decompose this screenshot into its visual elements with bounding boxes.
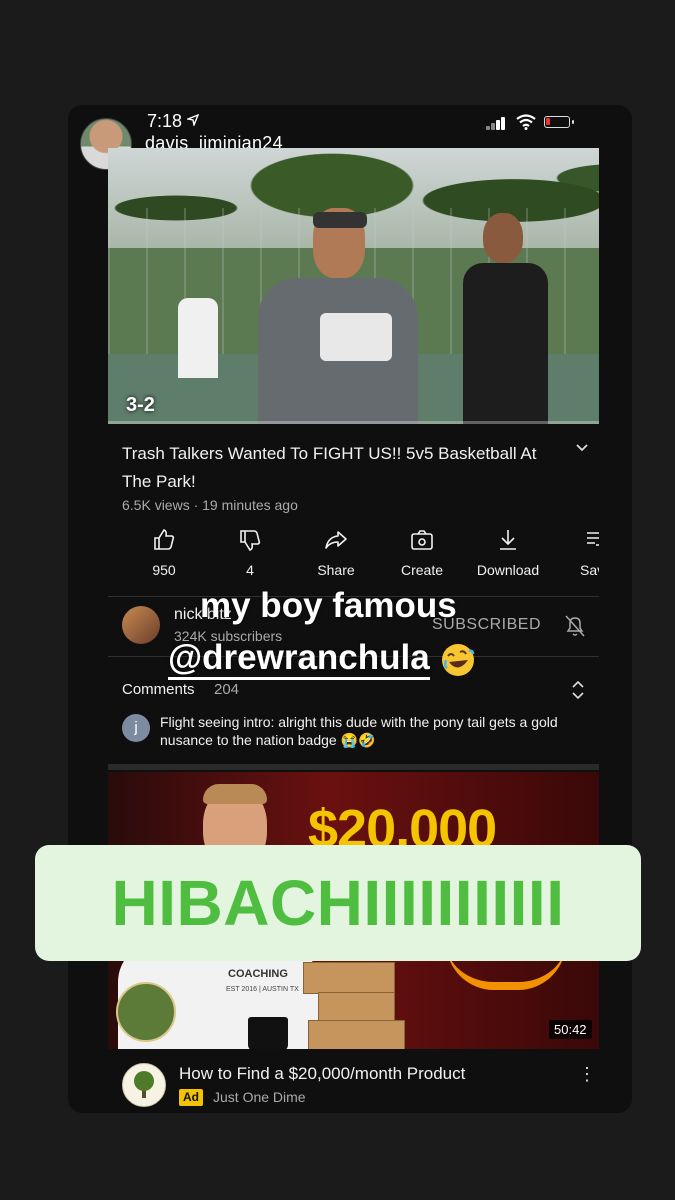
channel-avatar[interactable] [122, 606, 160, 644]
dislike-button[interactable]: 4 [210, 528, 290, 578]
share-icon [325, 531, 347, 549]
thumbs-down-icon [240, 530, 261, 551]
top-comment[interactable]: Flight seeing intro: alright this dude w… [160, 713, 580, 749]
ad-badge: Ad [179, 1089, 203, 1106]
location-arrow-icon [185, 113, 200, 129]
dislike-count: 4 [246, 562, 254, 578]
story-text-caption: my boy famous [200, 586, 457, 625]
save-label: Sav [580, 562, 599, 578]
save-icon [587, 532, 599, 546]
unfold-icon[interactable] [570, 680, 586, 700]
comments-label[interactable]: Comments [122, 681, 195, 698]
download-icon [500, 530, 516, 550]
video-duration: 50:42 [549, 1020, 592, 1039]
shirt-subtext: EST 2016 | AUSTIN TX [226, 986, 299, 993]
video-score-overlay: 3-2 [126, 394, 155, 416]
share-button[interactable]: Share [296, 528, 376, 578]
video-title[interactable]: Trash Talkers Wanted To FIGHT US!! 5v5 B… [122, 440, 562, 496]
like-button[interactable]: 950 [124, 528, 204, 578]
status-indicators [486, 114, 576, 132]
like-count: 950 [152, 562, 176, 578]
video-actions: 950 4 Share Create Download Sav [108, 528, 599, 588]
more-options-icon[interactable]: ⋮ [578, 1064, 596, 1085]
video-player[interactable]: 3-2 [108, 148, 599, 424]
shirt-text: COACHING [228, 968, 288, 980]
rolling-laughing-emoji-icon [441, 643, 474, 676]
wifi-icon [516, 114, 536, 130]
chevron-down-icon[interactable] [575, 441, 589, 460]
save-button[interactable]: Sav [554, 528, 599, 578]
battery-icon [544, 116, 574, 128]
bell-off-icon[interactable] [564, 614, 586, 638]
ad-channel-avatar[interactable] [122, 1063, 166, 1107]
ad-channel-name[interactable]: Just One Dime [213, 1089, 306, 1105]
share-label: Share [317, 562, 355, 578]
story-banner-sticker: HIBACHIIIIIIIIIII [35, 845, 641, 961]
thumbs-up-icon [154, 529, 175, 550]
create-icon [411, 530, 433, 550]
commenter-avatar[interactable]: j [122, 714, 150, 742]
tree-logo-icon [116, 982, 176, 1042]
tree-icon [134, 1071, 154, 1098]
cellular-signal-icon [486, 116, 510, 130]
create-button[interactable]: Create [382, 528, 462, 578]
download-label: Download [476, 562, 540, 578]
status-time: 7:18 [147, 111, 183, 131]
banner-text: HIBACHIIIIIIIIIII [111, 867, 565, 939]
video-progress-bar[interactable] [108, 421, 599, 424]
video-meta: 6.5K views · 19 minutes ago [122, 497, 298, 513]
create-label: Create [400, 562, 444, 578]
ad-video-title[interactable]: How to Find a $20,000/month Product [179, 1064, 465, 1084]
comments-count: 204 [214, 681, 240, 698]
download-button[interactable]: Download [468, 528, 548, 578]
story-mention-row: @drewranchula [168, 638, 476, 680]
section-divider [108, 764, 599, 770]
user-mention[interactable]: @drewranchula [168, 638, 430, 680]
